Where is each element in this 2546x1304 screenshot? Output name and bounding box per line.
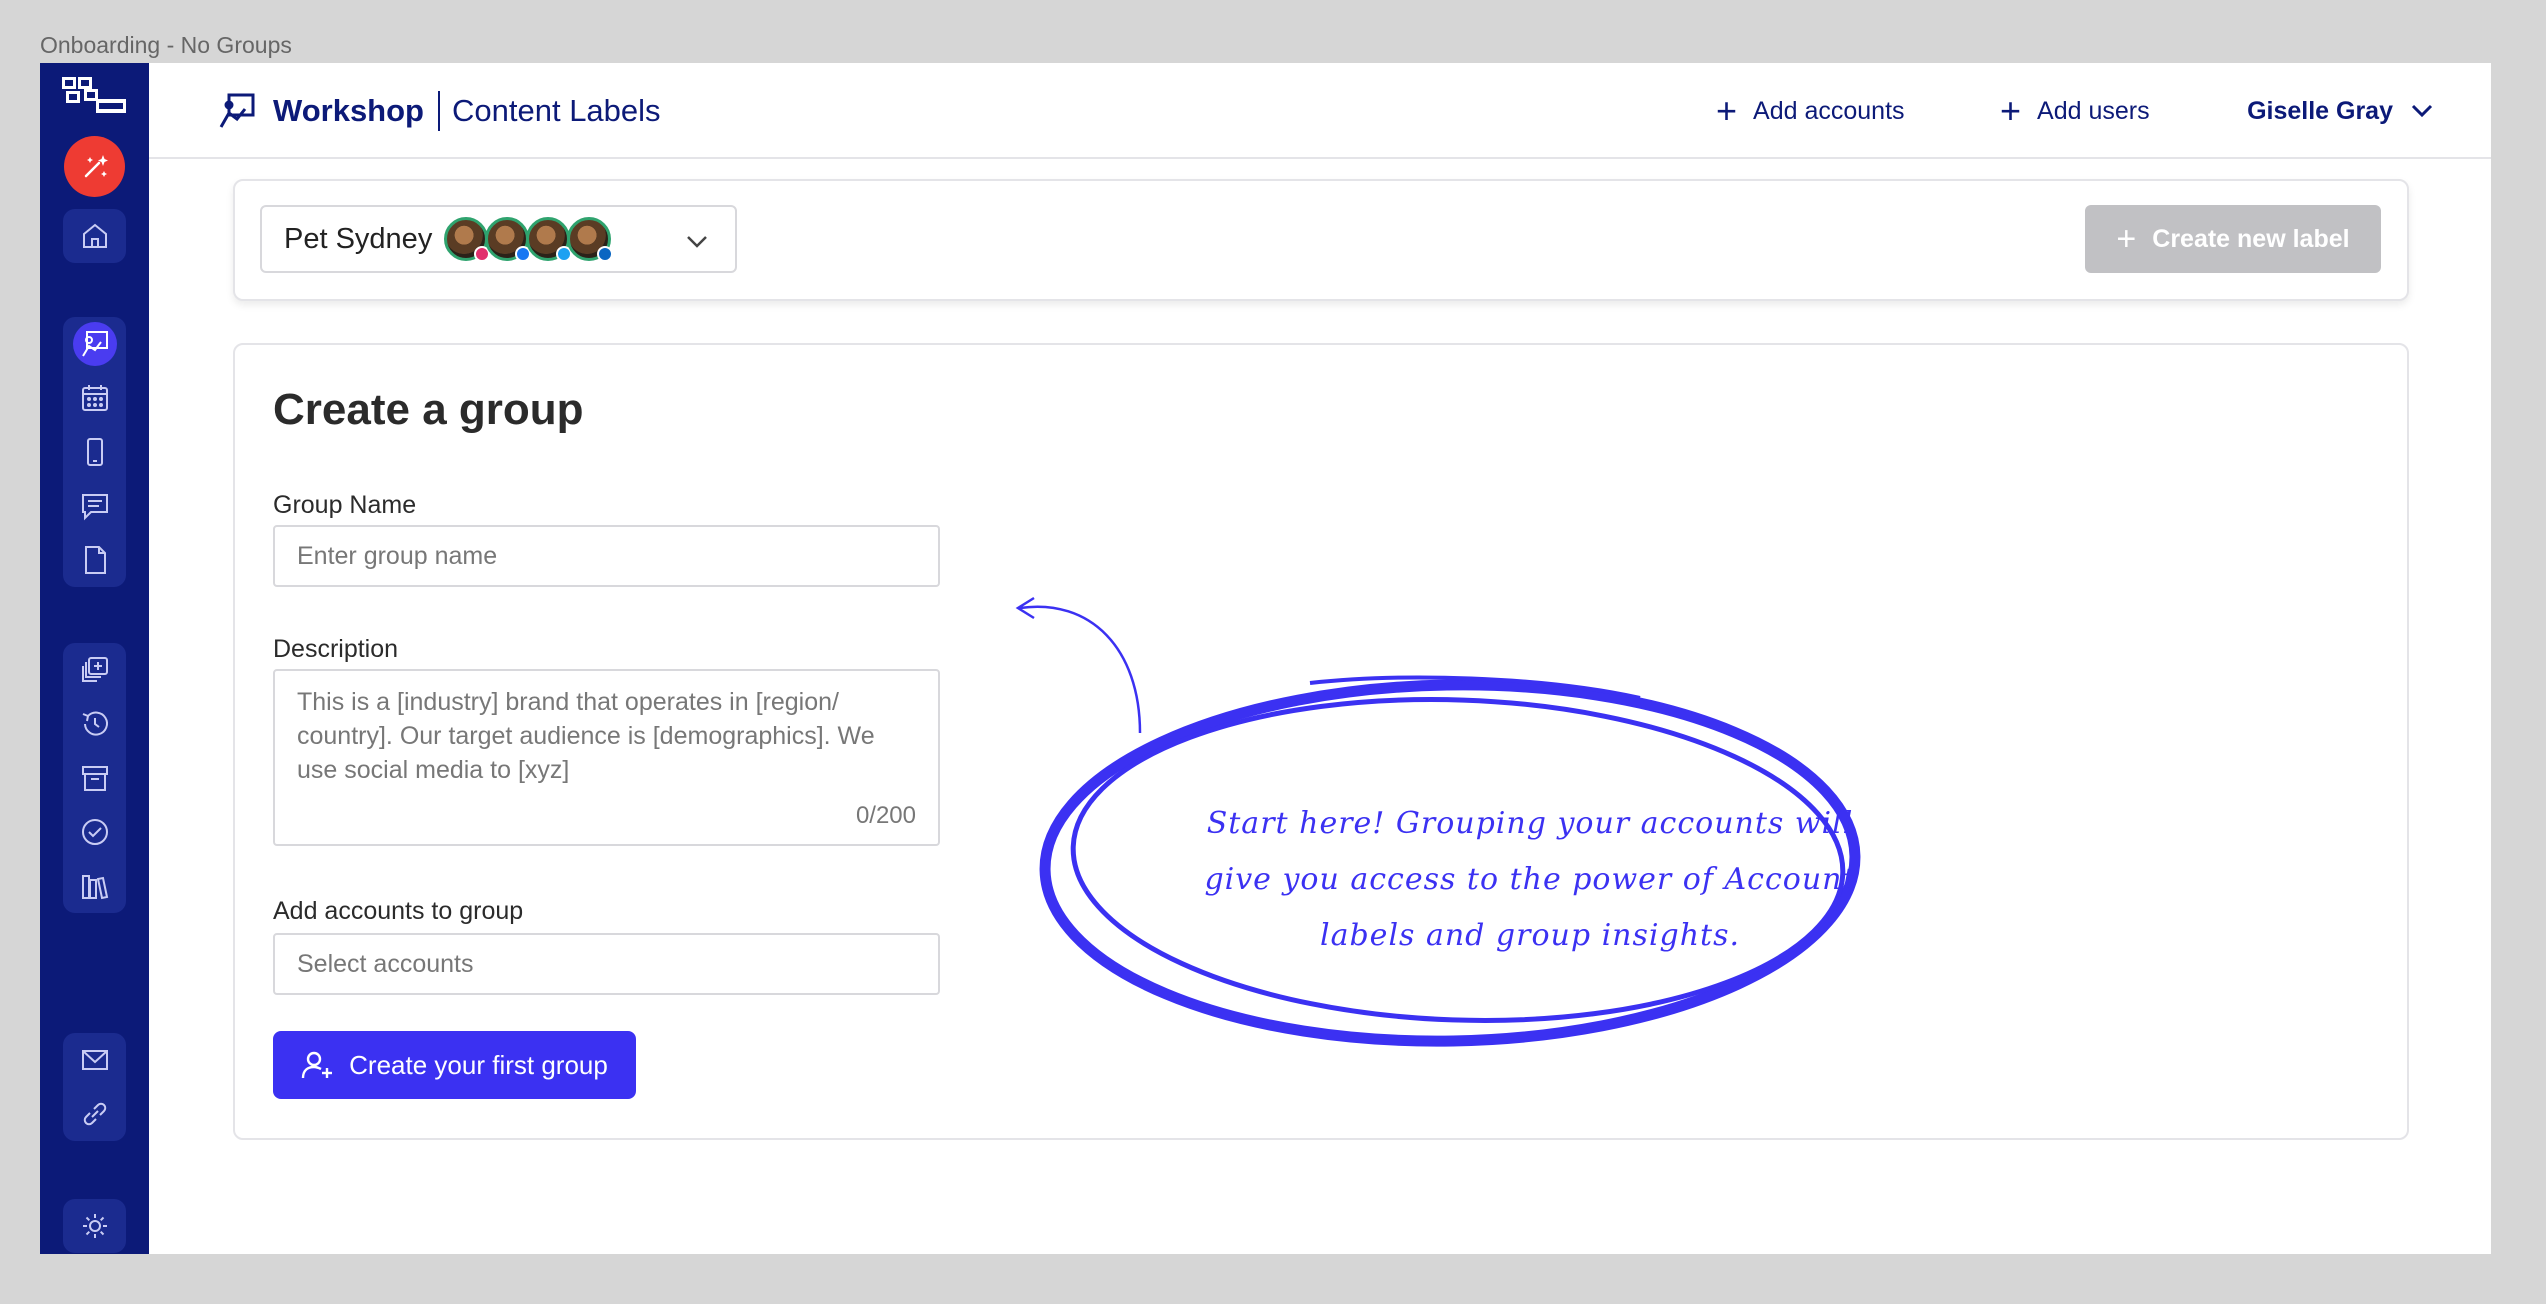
sidebar-item-messages[interactable] xyxy=(63,479,126,533)
account-avatar-instagram xyxy=(444,217,491,262)
description-label: Description xyxy=(273,635,399,663)
plus-icon: + xyxy=(2000,90,2022,131)
accounts-label: Add accounts to group xyxy=(273,897,524,925)
check-circle-icon xyxy=(81,819,108,845)
add-users-button[interactable]: + Add users xyxy=(2000,93,2150,129)
create-new-label-text: Create new label xyxy=(2152,224,2350,253)
archive-icon xyxy=(81,766,108,791)
accounts-select[interactable] xyxy=(273,933,940,995)
sidebar-item-document[interactable] xyxy=(63,533,126,587)
mobile-icon xyxy=(86,438,103,466)
add-accounts-label: Add accounts xyxy=(1753,96,1905,125)
sidebar-group-settings xyxy=(63,1199,126,1253)
user-menu[interactable]: Giselle Gray xyxy=(2247,93,2433,129)
workshop-icon xyxy=(219,93,255,128)
cog-icon xyxy=(82,1214,107,1238)
plus-icon: + xyxy=(1716,90,1738,131)
brand-name: Workshop xyxy=(273,93,424,128)
sidebar-item-library-add[interactable] xyxy=(63,643,126,697)
sidebar-group-library xyxy=(63,643,126,913)
sidebar-item-library[interactable] xyxy=(63,859,126,913)
sidebar-item-home[interactable] xyxy=(63,209,126,263)
description-counter: 0/200 xyxy=(855,802,916,829)
history-icon xyxy=(82,711,108,736)
form-title: Create a group xyxy=(273,385,584,434)
sidebar-item-mobile[interactable] xyxy=(63,425,126,479)
group-name-label: Group Name xyxy=(273,491,417,519)
annotation-text: Start here! Grouping your accounts will … xyxy=(1204,806,1856,953)
create-group-label: Create your first group xyxy=(349,1049,608,1080)
brand: Workshop Content Labels xyxy=(217,89,661,133)
sidebar-item-approvals[interactable] xyxy=(63,805,126,859)
add-user-icon xyxy=(301,1051,333,1079)
sidebar-item-calendar[interactable] xyxy=(63,371,126,425)
create-group-button[interactable]: Create your first group xyxy=(273,1031,636,1099)
sidebar xyxy=(40,63,149,1254)
sidebar-group-home xyxy=(63,209,126,263)
account-avatars xyxy=(444,217,614,262)
sidebar-group-main xyxy=(63,317,126,587)
magic-wand-icon xyxy=(84,154,108,177)
frame-title: Onboarding - No Groups xyxy=(40,32,292,58)
sidebar-item-links[interactable] xyxy=(63,1087,126,1141)
account-avatar-facebook xyxy=(485,217,532,262)
brand-divider xyxy=(438,91,440,131)
account-avatar-twitter xyxy=(526,217,573,262)
add-accounts-button[interactable]: + Add accounts xyxy=(1716,93,1905,129)
account-selector[interactable]: Pet Sydney xyxy=(260,205,737,273)
social-logo[interactable] xyxy=(60,75,128,119)
create-new-label-button[interactable]: + Create new label xyxy=(2085,205,2381,273)
account-name: Pet Sydney xyxy=(284,222,433,255)
document-icon xyxy=(84,546,106,574)
add-users-label: Add users xyxy=(2037,96,2150,125)
account-avatar-linkedin xyxy=(567,217,614,262)
user-name: Giselle Gray xyxy=(2247,96,2393,125)
description-textarea[interactable] xyxy=(297,685,916,795)
page-title: Content Labels xyxy=(452,93,661,128)
workshop-icon xyxy=(81,331,108,357)
sidebar-item-history[interactable] xyxy=(63,697,126,751)
description-field[interactable]: 0/200 xyxy=(273,669,940,846)
magic-wand-button[interactable] xyxy=(64,136,125,197)
chevron-down-icon xyxy=(687,236,707,248)
books-icon xyxy=(81,875,108,900)
layers-add-icon xyxy=(81,657,108,682)
group-name-input[interactable] xyxy=(273,525,940,587)
top-header: Workshop Content Labels + Add accounts +… xyxy=(149,63,2491,159)
sidebar-item-mail[interactable] xyxy=(63,1033,126,1087)
sidebar-group-contact xyxy=(63,1033,126,1141)
chat-icon xyxy=(81,494,108,521)
plus-icon: + xyxy=(2116,219,2137,258)
app-window: Workshop Content Labels + Add accounts +… xyxy=(40,63,2491,1254)
chevron-down-icon xyxy=(2411,104,2433,118)
account-toolbar: Pet Sydney + Create new label xyxy=(233,179,2409,301)
sidebar-item-settings[interactable] xyxy=(63,1199,126,1253)
calendar-icon xyxy=(81,385,108,411)
sidebar-item-archive[interactable] xyxy=(63,751,126,805)
linkedin-icon xyxy=(597,246,614,262)
link-icon xyxy=(83,1102,106,1126)
sidebar-item-workshop[interactable] xyxy=(63,317,126,371)
mail-icon xyxy=(81,1050,108,1070)
home-icon xyxy=(82,223,107,248)
